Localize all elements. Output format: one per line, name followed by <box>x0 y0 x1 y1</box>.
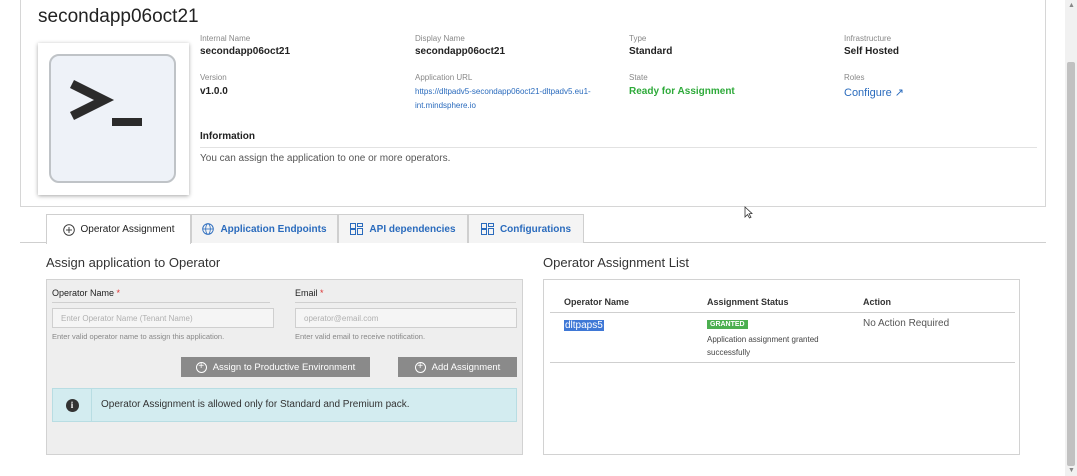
infrastructure-value: Self Hosted <box>844 46 900 57</box>
operator-name-label: Operator Name * <box>52 288 121 298</box>
email-hint: Enter valid email to receive notificatio… <box>295 332 426 341</box>
display-name-label: Display Name <box>415 34 465 43</box>
assign-section-title: Assign application to Operator <box>46 255 221 270</box>
grid-icon <box>480 223 494 235</box>
info-alert-text: Operator Assignment is allowed only for … <box>101 399 410 410</box>
row-divider <box>550 362 1015 363</box>
state-label: State <box>629 73 648 82</box>
header-divider <box>550 312 1015 313</box>
plus-circle-icon: + <box>414 361 426 373</box>
tab-label: API dependencies <box>369 223 456 235</box>
mouse-cursor-icon <box>744 206 753 224</box>
app-icon-tile <box>38 43 189 195</box>
state-value: Ready for Assignment <box>629 86 735 97</box>
globe-icon <box>202 223 215 235</box>
tab-label: Operator Assignment <box>80 224 175 235</box>
information-text: You can assign the application to one or… <box>200 153 451 164</box>
roles-configure-link[interactable]: Configure ↗ <box>844 86 904 99</box>
info-alert: i Operator Assignment is allowed only fo… <box>52 388 517 422</box>
plus-circle-icon: + <box>195 361 207 373</box>
tab-api-dependencies[interactable]: API dependencies <box>338 214 468 243</box>
app-url-label: Application URL <box>415 73 473 82</box>
assignment-list-title: Operator Assignment List <box>543 255 689 270</box>
tab-operator-assignment[interactable]: Operator Assignment <box>46 214 191 244</box>
column-header-action: Action <box>863 297 891 307</box>
add-assignment-button[interactable]: + Add Assignment <box>398 357 517 377</box>
status-badge: GRANTED <box>707 320 748 329</box>
type-label: Type <box>629 34 647 43</box>
internal-name-value: secondapp06oct21 <box>200 46 291 57</box>
information-label: Information <box>200 131 255 142</box>
roles-label: Roles <box>844 73 865 82</box>
scroll-up-arrow-icon[interactable]: ▲ <box>1068 2 1075 9</box>
scrollbar-thumb[interactable] <box>1067 62 1075 466</box>
assignment-list-panel: Operator Name Assignment Status Action d… <box>543 279 1020 455</box>
version-label: Version <box>200 73 227 82</box>
status-text: Application assignment granted successfu… <box>707 335 819 357</box>
app-url-link[interactable]: https://dltpadv5-secondapp06oct21-dltpad… <box>415 85 600 113</box>
assign-productive-button[interactable]: + Assign to Productive Environment <box>181 357 370 377</box>
column-header-status: Assignment Status <box>707 297 789 307</box>
info-icon: i <box>65 398 79 412</box>
operator-name-hint: Enter valid operator name to assign this… <box>52 332 225 341</box>
action-cell: No Action Required <box>863 318 950 329</box>
vertical-scrollbar[interactable]: ▲ ▼ <box>1065 0 1077 476</box>
tab-label: Configurations <box>499 223 572 235</box>
label-divider <box>52 302 270 303</box>
terminal-prompt-icon <box>49 54 176 183</box>
tab-configurations[interactable]: Configurations <box>468 214 584 243</box>
page-title: secondapp06oct21 <box>38 6 199 27</box>
version-value: v1.0.0 <box>200 86 228 97</box>
tab-label: Application Endpoints <box>220 223 327 235</box>
grid-icon <box>350 223 364 235</box>
label-divider <box>295 302 516 303</box>
internal-name-label: Internal Name <box>200 34 251 43</box>
email-label: Email * <box>295 288 324 298</box>
display-name-value: secondapp06oct21 <box>415 46 506 57</box>
tab-application-endpoints[interactable]: Application Endpoints <box>191 214 338 243</box>
column-header-operator: Operator Name <box>564 297 630 307</box>
infrastructure-label: Infrastructure <box>844 34 892 43</box>
email-input[interactable] <box>295 308 517 328</box>
plus-circle-icon <box>62 223 75 236</box>
type-value: Standard <box>629 46 673 57</box>
operator-name-cell[interactable]: dltpaps5 <box>564 320 604 331</box>
operator-name-input[interactable] <box>52 308 274 328</box>
assign-form-panel: Operator Name * Email * Enter valid oper… <box>46 279 523 455</box>
information-divider <box>200 147 1037 148</box>
scroll-down-arrow-icon[interactable]: ▼ <box>1068 467 1075 474</box>
